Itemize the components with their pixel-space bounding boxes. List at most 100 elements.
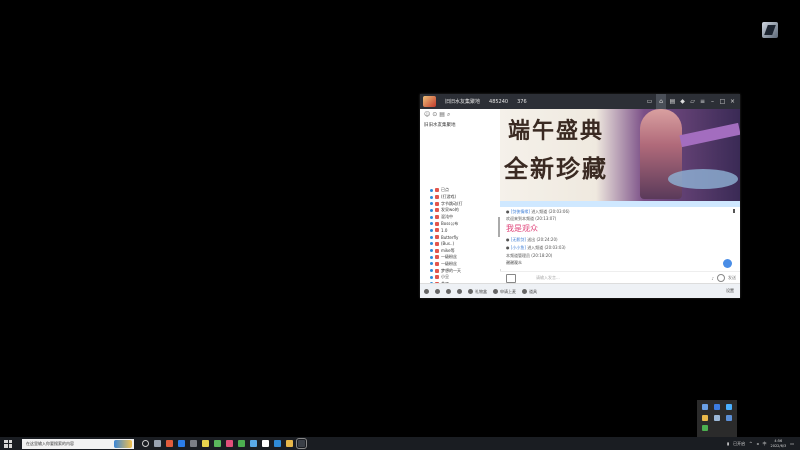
event-banner[interactable]: 端午盛典 全新珍藏 [500, 109, 740, 207]
taskbar-search-input[interactable]: 在这里输入你要搜索的内容 [22, 438, 134, 449]
chat-message: 谢谢观众 [506, 260, 522, 265]
chat-message: 本频道管理员 (20:18:20) [506, 253, 553, 258]
list-icon[interactable]: ▤ [439, 111, 445, 119]
app-icon[interactable] [190, 440, 197, 447]
edge-icon[interactable] [178, 440, 185, 447]
home-icon[interactable]: ⌂ [656, 94, 666, 109]
send-icon[interactable] [717, 274, 725, 282]
format-icon[interactable]: ♪ [711, 276, 714, 281]
skin-icon[interactable]: ▱ [689, 98, 696, 105]
float-button-icon[interactable] [723, 259, 732, 268]
gift-box-button[interactable]: 礼物盒 [468, 289, 487, 295]
speaker-icon[interactable] [435, 289, 440, 294]
chevron-up-icon[interactable]: ^ [749, 441, 752, 446]
list-item[interactable]: 1.0 [430, 227, 498, 234]
gamepad-icon[interactable]: ◆ [679, 98, 686, 105]
system-tray: ▮ 已开启 ^ ◂ 中 4:56 2022/6/3 ▭ [727, 437, 794, 450]
tray-label[interactable]: 已开启 [733, 441, 745, 447]
mic-icon[interactable] [446, 289, 451, 294]
location-icon[interactable]: ⊙ [432, 111, 437, 119]
menu-icon[interactable]: ≡ [699, 98, 706, 105]
minimize-icon[interactable]: – [709, 98, 716, 105]
banner-subtitle: 全新珍藏 [504, 154, 608, 183]
list-item[interactable]: mike等 [430, 247, 498, 254]
tray-app-icon[interactable] [726, 404, 732, 410]
highlight-message: 我是观众 [506, 224, 538, 233]
app-icon[interactable] [226, 440, 233, 447]
apply-mic-button[interactable]: 申请上麦 [493, 289, 516, 295]
desktop-app-icon[interactable] [762, 22, 778, 38]
network-icon[interactable]: ▮ [727, 441, 729, 446]
tray-app-icon[interactable] [702, 414, 708, 421]
maximize-icon[interactable]: □ [719, 98, 726, 105]
yy-app-icon[interactable] [296, 438, 307, 449]
message-icon[interactable]: ▭ [646, 98, 653, 105]
bottom-toolbar: 礼物盒 申请上麦 道具 设置 [420, 283, 740, 298]
list-item[interactable]: 已点 [430, 187, 498, 194]
close-icon[interactable]: × [729, 98, 736, 105]
app-icon[interactable] [262, 440, 269, 447]
app-window: 旧旧水友集聚地 485240 376 ▭ ⌂ ▤ ◆ ▱ ≡ – □ × ☺ ⊙… [420, 94, 740, 298]
list-item[interactable]: (Bus..) [430, 241, 498, 248]
chat-message: ● [无影剑] 送出 (20:24:20) [506, 237, 558, 242]
list-item[interactable]: 梦想的一天 [430, 267, 498, 274]
list-item[interactable]: 一级粉丝 [430, 254, 498, 261]
chat-scrollbar[interactable] [733, 209, 735, 213]
room-title: 旧旧水友集聚地 [445, 99, 481, 105]
avatar-icon[interactable] [424, 289, 429, 294]
search-highlight-icon [114, 439, 132, 448]
user-icon[interactable]: ☺ [424, 111, 430, 119]
emoji-icon[interactable] [506, 273, 516, 283]
app-icon[interactable] [214, 440, 221, 447]
tray-app-icon[interactable] [714, 404, 720, 410]
search-icon[interactable]: ⌕ [447, 111, 450, 119]
list-icon[interactable]: ▤ [669, 98, 676, 105]
list-item[interactable]: Butterfly [430, 234, 498, 241]
banner-weapon [679, 122, 740, 148]
task-view-icon[interactable] [142, 440, 149, 447]
list-item[interactable]: Boss公布 [430, 220, 498, 227]
list-item[interactable]: 一级粉丝 [430, 261, 498, 268]
props-button[interactable]: 道具 [522, 289, 537, 295]
notification-icon[interactable]: ▭ [790, 441, 794, 446]
tray-app-icon[interactable] [726, 414, 732, 421]
settings-icon[interactable] [457, 289, 462, 294]
app-icon[interactable] [274, 440, 281, 447]
list-item[interactable]: 混沌中 [430, 214, 498, 221]
taskbar: 在这里输入你要搜索的内容 ▮ 已开启 ^ ◂ 中 4:56 2022/6/3 ▭ [0, 437, 800, 450]
tray-overflow-popup [697, 400, 737, 437]
list-item[interactable]: 发呆wo的 [430, 207, 498, 214]
chat-message: ● [剑侠情缘] 进入频道 (20:03:06) [506, 209, 570, 214]
file-explorer-icon[interactable] [154, 440, 161, 447]
settings-button[interactable]: 设置 [726, 288, 734, 294]
banner-prop [668, 169, 738, 189]
app-icon[interactable] [238, 440, 245, 447]
list-item[interactable]: 小旦 [430, 274, 498, 281]
room-id: 485240 [489, 98, 509, 105]
message-icon: ● [506, 245, 510, 250]
channel-panel: ☺ ⊙ ▤ ⌕ 旧旧水友集聚地 已点 (打游戏) 字节跳动(打 发呆wo的 混沌… [420, 109, 501, 283]
app-icon[interactable] [202, 440, 209, 447]
channel-title[interactable]: 旧旧水友集聚地 [420, 121, 500, 129]
chat-input[interactable]: 请输入发言... [536, 275, 560, 281]
window-titlebar: 旧旧水友集聚地 485240 376 ▭ ⌂ ▤ ◆ ▱ ≡ – □ × [420, 94, 740, 109]
volume-icon[interactable]: ◂ [756, 441, 758, 446]
windows-start-icon[interactable] [4, 439, 12, 448]
room-avatar[interactable] [423, 96, 436, 107]
tray-app-icon[interactable] [714, 414, 720, 421]
chat-message: 欢迎来到本频道 (20:13:07) [506, 216, 557, 221]
tray-app-icon[interactable] [702, 404, 708, 410]
list-item[interactable]: (打游戏) [430, 194, 498, 201]
app-icon[interactable] [286, 440, 293, 447]
chat-area: ● [剑侠情缘] 进入频道 (20:03:06) 欢迎来到本频道 (20:13:… [500, 207, 740, 269]
chat-message: ● [小小鱼] 进入频道 (20:03:03) [506, 245, 566, 250]
search-placeholder: 在这里输入你要搜索的内容 [26, 440, 74, 446]
viewer-count: 376 [517, 98, 527, 105]
chrome-icon[interactable] [166, 440, 173, 447]
tray-app-icon[interactable] [702, 425, 708, 432]
app-icon[interactable] [250, 440, 257, 447]
clock[interactable]: 4:56 2022/6/3 [770, 439, 786, 448]
send-button[interactable]: 发送 [728, 275, 736, 281]
ime-icon[interactable]: 中 [762, 441, 766, 447]
message-icon: ● [506, 237, 510, 242]
